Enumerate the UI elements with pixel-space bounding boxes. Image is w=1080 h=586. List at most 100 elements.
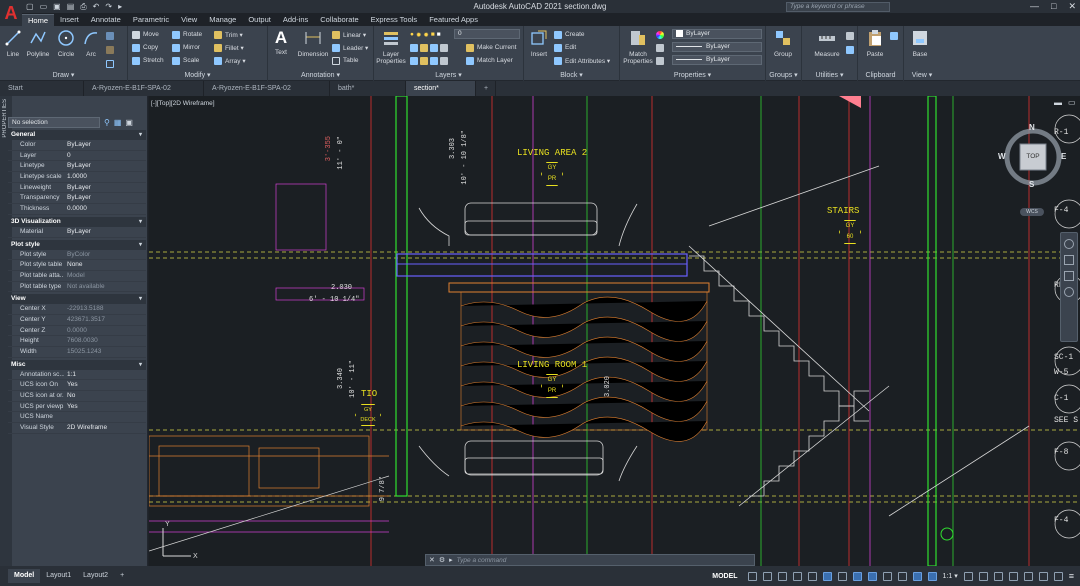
edit-attributes-button[interactable]: Edit Attributes ▾ (554, 55, 610, 66)
props-row[interactable]: Transparency ByLayer (8, 193, 146, 205)
tab-collaborate[interactable]: Collaborate (314, 14, 364, 26)
compass-w[interactable]: W (998, 152, 1006, 161)
drawing-viewport[interactable]: Y X [-][Top][2D Wireframe] LIVING AREA 2… (149, 96, 1080, 566)
isodraft-icon[interactable] (837, 571, 847, 581)
annotation-visibility-icon[interactable] (912, 571, 922, 581)
annotation-panel-title[interactable]: Annotation ▾ (268, 71, 373, 80)
viewport-minimize-icon[interactable]: ▬ (1054, 98, 1062, 107)
utilities-icon-2[interactable] (846, 44, 854, 55)
add-layout-button[interactable]: + (114, 569, 130, 583)
draw-panel-title[interactable]: Draw ▾ (0, 71, 127, 80)
props-value[interactable]: 2D Wireframe (64, 423, 146, 433)
maximize-button[interactable]: □ (1051, 1, 1056, 12)
grid-toggle-icon[interactable] (747, 571, 757, 581)
props-section-header[interactable]: View (8, 294, 146, 305)
tab-parametric[interactable]: Parametric (127, 14, 175, 26)
props-row[interactable]: Color ByLayer (8, 140, 146, 151)
measure-button[interactable]: Measure (810, 29, 844, 58)
hatch-icon[interactable] (106, 44, 114, 55)
command-input[interactable]: Type a command (457, 557, 507, 564)
navigation-bar[interactable] (1060, 232, 1078, 342)
props-section-header[interactable]: Plot style (8, 239, 146, 250)
props-row[interactable]: UCS icon at or... No (8, 391, 146, 402)
linetype-dropdown[interactable]: ByLayer (672, 55, 762, 65)
close-button[interactable]: ✕ (1068, 1, 1076, 12)
auto-scale-icon[interactable] (927, 571, 937, 581)
arc-button[interactable]: Arc (82, 29, 100, 58)
undo-icon[interactable]: ↶ (93, 2, 100, 12)
viewport-controls-label[interactable]: [-][Top][2D Wireframe] (151, 100, 215, 107)
clipboard-icon-1[interactable] (890, 30, 898, 41)
polyline-button[interactable]: Polyline (25, 29, 51, 58)
command-line[interactable]: ✕ ⚙ ▸ Type a command (425, 554, 755, 566)
isolate-objects-icon[interactable] (1023, 571, 1033, 581)
compass-e[interactable]: E (1061, 152, 1066, 161)
props-row[interactable]: UCS per viewp... Yes (8, 402, 146, 413)
snap-mode-icon[interactable] (762, 571, 772, 581)
props-row[interactable]: Width 15025.1243 (8, 347, 146, 358)
props-row[interactable]: Center X -22913.5188 (8, 304, 146, 315)
trim-button[interactable]: Trim ▾ (214, 29, 243, 40)
properties-ribbon-title[interactable]: Properties ▾ (620, 71, 765, 80)
props-row[interactable]: Center Z 0.0000 (8, 326, 146, 337)
utilities-icon-1[interactable] (846, 30, 854, 41)
insert-button[interactable]: Insert (528, 29, 550, 58)
array-button[interactable]: Array ▾ (214, 55, 246, 66)
props-section-header[interactable]: Misc (8, 359, 146, 370)
doc-tab-section[interactable]: section* (406, 81, 476, 96)
customization-menu-icon[interactable]: ≡ (1069, 571, 1074, 581)
object-snap-icon[interactable] (867, 571, 877, 581)
props-value[interactable]: ByLayer (64, 183, 146, 193)
rectangle-icon[interactable] (106, 58, 114, 69)
create-block-button[interactable]: Create (554, 29, 585, 40)
new-tab-button[interactable]: + (476, 81, 496, 96)
match-properties-button[interactable]: Match Properties (622, 29, 654, 65)
props-row[interactable]: Layer 0 (8, 151, 146, 162)
compass-s[interactable]: S (1029, 180, 1034, 189)
copy-button[interactable]: Copy (132, 42, 158, 53)
modify-panel-title[interactable]: Modify ▾ (128, 71, 267, 80)
block-panel-title[interactable]: Block ▾ (524, 71, 619, 80)
tab-view[interactable]: View (175, 14, 203, 26)
share-icon[interactable]: ▸ (118, 2, 122, 12)
props-value[interactable]: 1.0000 (64, 172, 146, 182)
table-button[interactable]: Table (332, 55, 359, 66)
tab-layout2[interactable]: Layout2 (77, 569, 114, 583)
color-dropdown[interactable]: ByLayer (672, 29, 762, 39)
open-icon[interactable]: ▭ (40, 2, 48, 12)
props-value[interactable]: ByLayer (64, 161, 146, 171)
tab-layout1[interactable]: Layout1 (40, 569, 77, 583)
quick-select-icon[interactable]: ⚲ (104, 118, 110, 127)
props-row[interactable]: Thickness 0.0000 (8, 204, 146, 215)
infer-constraints-icon[interactable] (777, 571, 787, 581)
props-row[interactable]: UCS Name (8, 412, 146, 424)
tab-insert[interactable]: Insert (54, 14, 85, 26)
annotation-monitor-icon[interactable] (978, 571, 988, 581)
props-value[interactable] (64, 412, 146, 422)
props-value[interactable]: Yes (64, 402, 146, 412)
props-row[interactable]: UCS icon On Yes (8, 380, 146, 392)
quick-properties-icon[interactable] (1008, 571, 1018, 581)
tab-featured-apps[interactable]: Featured Apps (423, 14, 484, 26)
lineweight-dropdown[interactable]: ByLayer (672, 42, 762, 52)
pickadd-icon[interactable]: ▣ (125, 118, 133, 127)
props-row[interactable]: Plot style ByColor (8, 250, 146, 261)
line-button[interactable]: Line (4, 29, 22, 58)
props-value[interactable]: 1:1 (64, 370, 146, 380)
save-icon[interactable]: ▣ (53, 2, 61, 12)
polar-tracking-icon[interactable] (822, 571, 832, 581)
pan-icon[interactable] (1064, 255, 1074, 265)
tab-annotate[interactable]: Annotate (85, 14, 127, 26)
select-objects-icon[interactable]: ▦ (114, 118, 122, 127)
tab-output[interactable]: Output (242, 14, 277, 26)
plot-icon[interactable]: ⎙ (80, 2, 86, 12)
new-icon[interactable]: ▢ (26, 2, 34, 12)
selection-dropdown[interactable]: No selection (8, 117, 100, 128)
layers-panel-title[interactable]: Layers ▾ (374, 71, 523, 80)
doc-tab-bath[interactable]: bath* (330, 81, 406, 96)
edit-block-button[interactable]: Edit (554, 42, 576, 53)
doc-tab-start[interactable]: Start (0, 81, 84, 96)
layer-tools-row2[interactable] (410, 42, 448, 53)
autocad-logo[interactable]: A (0, 0, 22, 26)
ortho-mode-icon[interactable] (807, 571, 817, 581)
